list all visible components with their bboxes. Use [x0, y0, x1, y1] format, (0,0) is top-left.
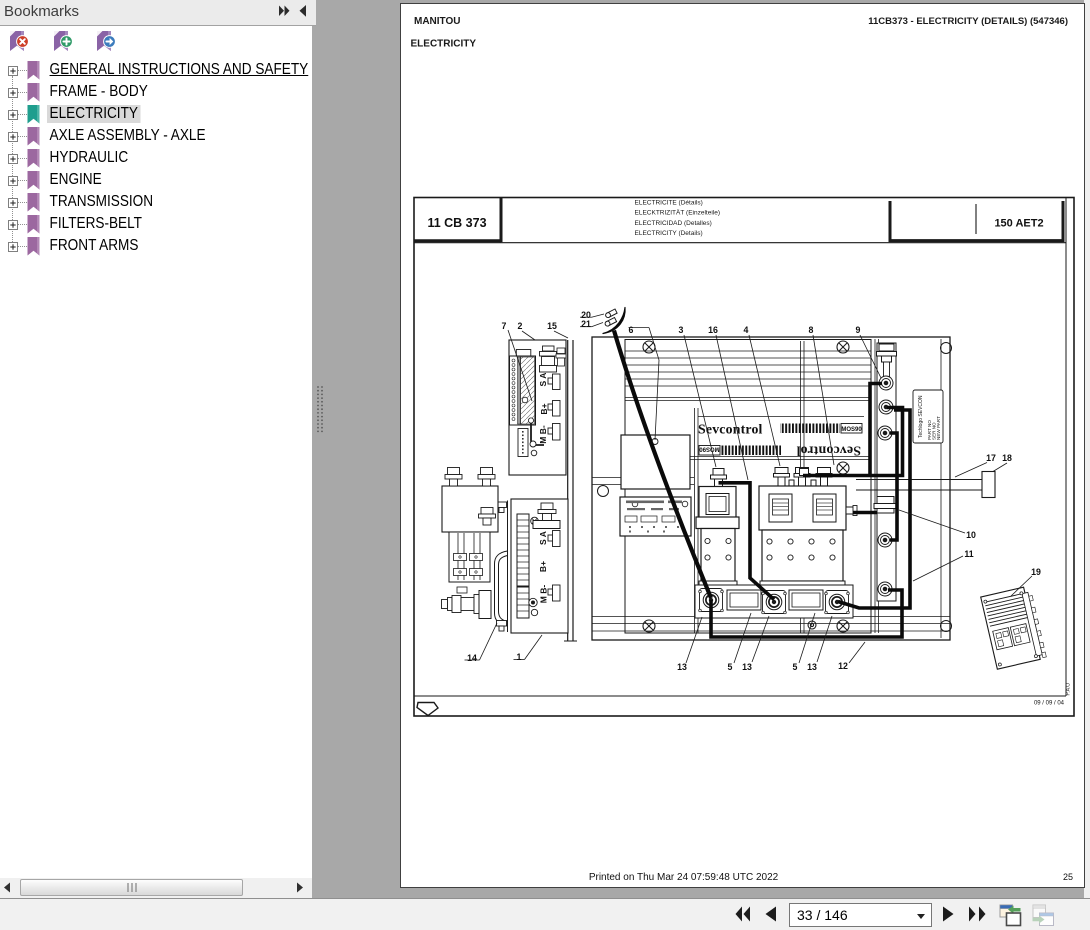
- svg-text:11: 11: [964, 549, 973, 559]
- svg-text:17: 17: [986, 453, 996, 463]
- svg-text:MANITOU: MANITOU: [414, 16, 460, 27]
- svg-text:11 CB 373: 11 CB 373: [427, 216, 486, 230]
- svg-text:15: 15: [547, 321, 557, 331]
- svg-text:B+: B+: [538, 561, 548, 572]
- svg-text:Techlogo SEVCON: Techlogo SEVCON: [918, 395, 924, 438]
- svg-text:150 AET2: 150 AET2: [994, 218, 1043, 230]
- svg-text:9: 9: [856, 325, 861, 335]
- svg-text:ELECKTRIZITÄT (Einzelteile): ELECKTRIZITÄT (Einzelteile): [635, 209, 720, 217]
- svg-text:NEW PART: NEW PART: [936, 416, 941, 440]
- svg-text:13: 13: [742, 662, 752, 672]
- svg-text:4: 4: [744, 325, 749, 335]
- svg-text:12: 12: [838, 661, 848, 671]
- svg-text:S A: S A: [538, 373, 548, 387]
- svg-text:ELECTRICIDAD (Detalles): ELECTRICIDAD (Detalles): [635, 220, 712, 227]
- svg-text:13: 13: [677, 662, 687, 672]
- svg-text:7: 7: [502, 321, 507, 331]
- svg-text:25: 25: [1063, 872, 1073, 882]
- svg-text:MOS90: MOS90: [841, 427, 862, 433]
- svg-text:10: 10: [966, 530, 976, 540]
- svg-text:5: 5: [793, 662, 798, 672]
- svg-text:ELECTRICITY: ELECTRICITY: [411, 39, 477, 50]
- svg-text:19: 19: [1031, 567, 1041, 577]
- svg-text:ELECTRICITE (Détails): ELECTRICITE (Détails): [635, 200, 703, 207]
- svg-text:2: 2: [518, 321, 523, 331]
- svg-text:21: 21: [581, 319, 591, 329]
- svg-text:14: 14: [467, 653, 477, 663]
- svg-text:1: 1: [517, 652, 522, 662]
- svg-text:6: 6: [629, 325, 634, 335]
- svg-text:11CB373 - ELECTRICITY (DETAILS: 11CB373 - ELECTRICITY (DETAILS) (547346): [868, 16, 1068, 27]
- svg-text:B+: B+: [539, 403, 549, 414]
- svg-text:M B-: M B-: [538, 425, 548, 444]
- svg-text:09 / 09 / 04: 09 / 09 / 04: [1034, 701, 1065, 707]
- svg-text:P.A.O: P.A.O: [1066, 683, 1072, 696]
- svg-text:13: 13: [807, 662, 817, 672]
- svg-text:Sevcontrol: Sevcontrol: [796, 444, 861, 459]
- svg-text:5: 5: [728, 662, 733, 672]
- svg-text:3: 3: [679, 325, 684, 335]
- svg-text:16: 16: [708, 325, 718, 335]
- svg-text:8: 8: [809, 325, 814, 335]
- svg-text:M B-: M B-: [539, 585, 549, 604]
- svg-text:MOS90: MOS90: [699, 446, 720, 452]
- svg-text:Printed on Thu Mar 24 07:59:4: Printed on Thu Mar 24 07:59:48 UTC 2022: [589, 872, 779, 883]
- svg-text:18: 18: [1002, 453, 1012, 463]
- svg-text:S A: S A: [538, 531, 548, 545]
- svg-text:ELECTRICITY (Details): ELECTRICITY (Details): [635, 230, 703, 237]
